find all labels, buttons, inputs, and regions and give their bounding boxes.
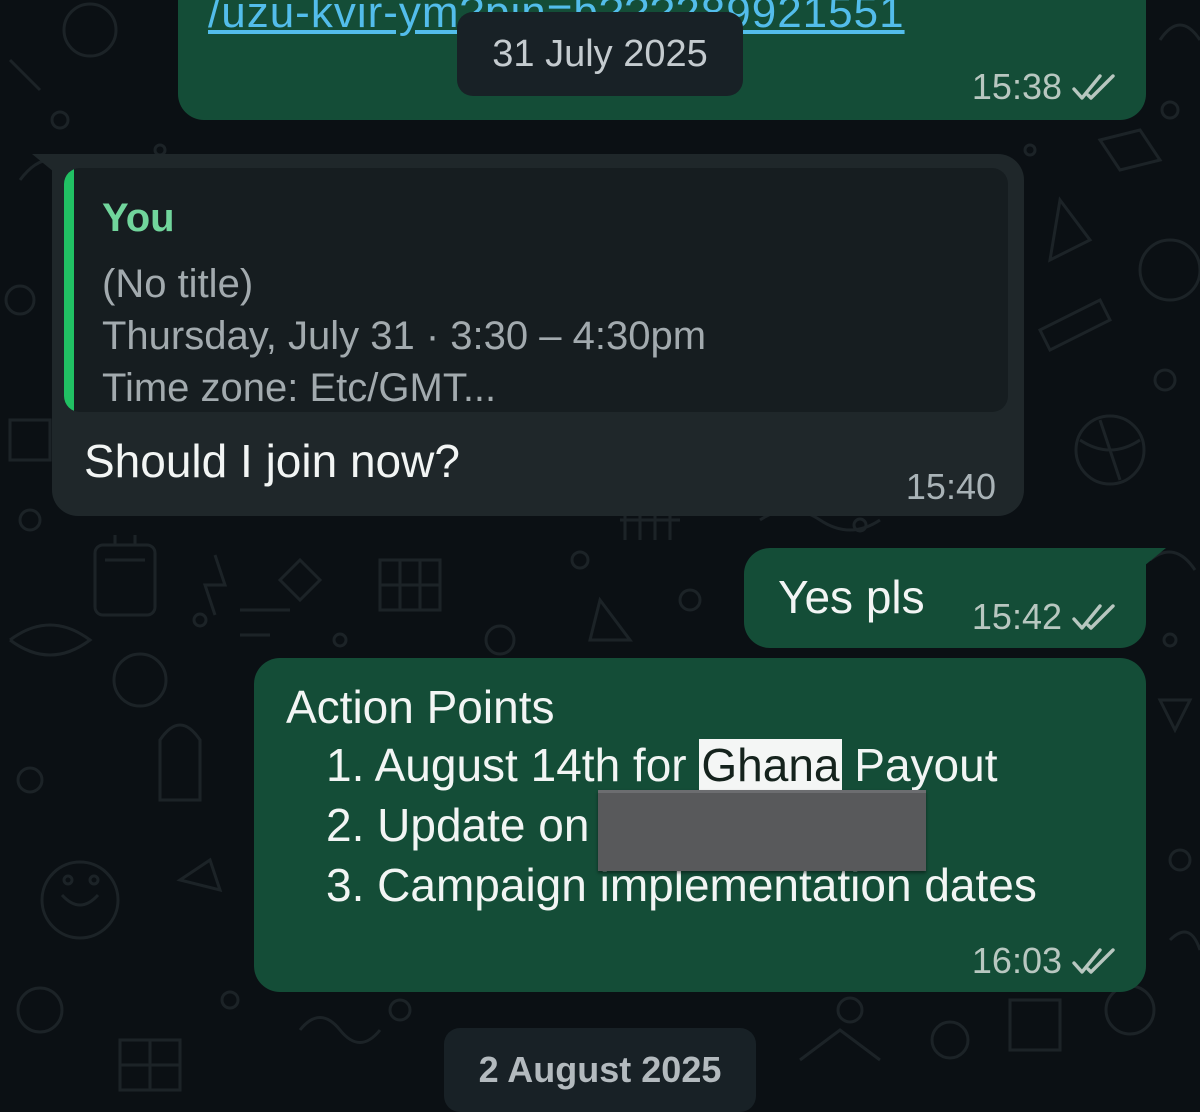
read-ticks-icon <box>1072 604 1115 630</box>
message-text: Yes pls <box>778 571 925 623</box>
date-separator: 31 July 2025 <box>457 12 743 96</box>
quote-event-time: Thursday, July 31 · 3:30 – 4:30pm <box>102 314 707 358</box>
read-ticks-icon <box>1072 948 1115 974</box>
action-item-number: 3. <box>326 859 365 911</box>
quote-title: (No title) <box>102 262 254 306</box>
message-timestamp: 15:38 <box>972 66 1120 108</box>
timestamp-text: 15:40 <box>905 466 996 507</box>
quote-accent-bar <box>64 168 74 412</box>
timestamp-text: 15:38 <box>971 66 1062 107</box>
action-item-number: 1. <box>326 739 365 791</box>
timestamp-text: 16:03 <box>971 940 1062 981</box>
message-outgoing-action-points[interactable]: Action Points 1. August 14th for Ghana P… <box>254 658 1146 992</box>
date-separator: 2 August 2025 <box>444 1028 756 1112</box>
search-highlight: Ghana <box>699 739 842 791</box>
action-item-text: Payout <box>841 739 998 791</box>
quote-author: You <box>102 196 175 240</box>
message-timestamp: 15:42 <box>972 596 1120 638</box>
read-ticks-icon <box>1072 74 1115 100</box>
quote-timezone: Time zone: Etc/GMT... <box>102 366 497 410</box>
action-item-text: Update on <box>377 799 590 851</box>
redaction-box <box>598 790 926 871</box>
message-timestamp: 15:40 <box>906 466 996 508</box>
message-outgoing-yes[interactable]: Yes pls 15:42 <box>744 548 1166 648</box>
quoted-message[interactable]: You (No title) Thursday, July 31 · 3:30 … <box>64 168 1008 412</box>
message-text: Should I join now? <box>84 435 460 487</box>
action-item-number: 2. <box>326 799 365 851</box>
action-item-text: August 14th for <box>374 739 700 791</box>
message-incoming-reply[interactable]: You (No title) Thursday, July 31 · 3:30 … <box>32 154 1024 516</box>
bubble-tail-icon <box>32 154 54 172</box>
action-points-heading: Action Points <box>286 681 555 733</box>
timestamp-text: 15:42 <box>971 596 1062 637</box>
action-item-1: 1. August 14th for Ghana Payout <box>326 738 998 792</box>
message-timestamp: 16:03 <box>972 940 1120 982</box>
action-item-2: 2. Update on <box>326 798 589 852</box>
bubble-tail-icon <box>1144 548 1166 566</box>
